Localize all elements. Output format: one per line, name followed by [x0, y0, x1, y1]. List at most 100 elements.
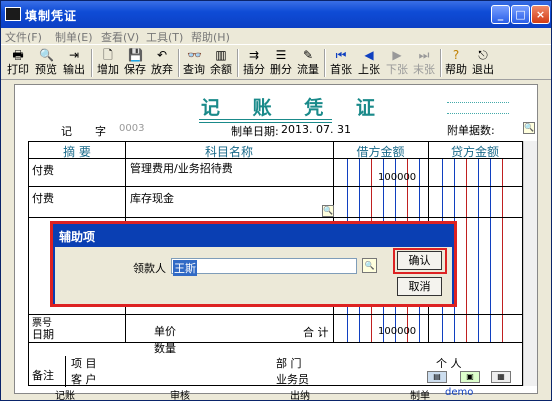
card-icon[interactable]: ▦: [491, 371, 511, 383]
insert-row-icon: ⇉: [248, 48, 260, 62]
toolbar-separator: [237, 49, 239, 77]
dialog-body: 领款人 王斯 🔍 确认 取消: [55, 247, 452, 304]
search-icon[interactable]: 🔍: [362, 258, 377, 273]
customer-label: 客 户: [71, 373, 97, 386]
save-button[interactable]: 💾 保存: [122, 47, 148, 79]
exit-button[interactable]: ⎋ 退出: [470, 47, 496, 79]
output-button[interactable]: ⇥ 输出: [61, 47, 87, 79]
toolbar-separator: [440, 49, 442, 77]
preview-icon: 🔍: [39, 48, 54, 62]
delete-split-button[interactable]: ☰ 删分: [268, 47, 294, 79]
date-label: 制单日期:: [231, 125, 279, 138]
project-label: 项 目: [71, 357, 97, 370]
output-label: 输出: [63, 63, 85, 76]
app-icon: [5, 7, 21, 21]
row1-account[interactable]: 管理费用/业务招待费: [130, 160, 233, 176]
row2-account[interactable]: 库存现金: [130, 190, 174, 206]
prev-icon: ◀: [364, 48, 374, 62]
add-button[interactable]: 🗋 增加: [95, 47, 121, 79]
maximize-button[interactable]: □: [511, 5, 530, 24]
help-button[interactable]: ? 帮助: [443, 47, 469, 79]
print-label: 打印: [7, 63, 29, 76]
header-account: 科目名称: [204, 145, 253, 159]
total-label: 合 计: [303, 326, 329, 339]
toolbar-separator: [178, 49, 180, 77]
first-button[interactable]: ⏮ 首张: [328, 47, 354, 79]
first-label: 首张: [330, 63, 352, 76]
row2-summary[interactable]: 付费: [32, 190, 54, 206]
toolbar-separator: [91, 49, 93, 77]
voucher-title: 记 账 凭 证: [201, 97, 388, 119]
dotted-line: [447, 113, 509, 114]
maker-name: demo: [445, 387, 474, 398]
balance-button[interactable]: ▥ 余额: [208, 47, 234, 79]
last-button[interactable]: ⏭ 末张: [411, 47, 437, 79]
voucher-no-label: 字: [95, 125, 106, 138]
flow-label: 流量: [297, 63, 319, 76]
vertical-scrollbar[interactable]: [523, 141, 537, 386]
flow-button[interactable]: ✎ 流量: [295, 47, 321, 79]
row-line: [29, 186, 522, 187]
row-line: [29, 217, 522, 218]
toolbar: 🖶 打印 🔍 预览 ⇥ 输出 🗋 增加 💾 保存 ↶ 放弃 👓 查询 ▥ 余额 ⇉ 插分 ☰ 删分 …: [1, 44, 551, 80]
last-icon: ⏭: [418, 48, 430, 62]
last-label: 末张: [413, 63, 435, 76]
discard-button[interactable]: ↶ 放弃: [149, 47, 175, 79]
insert-split-button[interactable]: ⇉ 插分: [241, 47, 267, 79]
search-icon[interactable]: 🔍: [322, 205, 334, 217]
voucher-type: 记: [61, 125, 72, 138]
dept-label: 部 门: [276, 357, 302, 370]
preview-button[interactable]: 🔍 预览: [33, 47, 59, 79]
discard-label: 放弃: [151, 63, 173, 76]
card-icon[interactable]: ▤: [427, 371, 447, 383]
print-button[interactable]: 🖶 打印: [5, 47, 31, 79]
next-button[interactable]: ▶ 下张: [384, 47, 410, 79]
row1-debit[interactable]: 100000: [378, 172, 416, 183]
save-label: 保存: [124, 63, 146, 76]
cashier-label: 出纳: [290, 391, 310, 402]
toolbar-separator: [324, 49, 326, 77]
query-button[interactable]: 👓 查询: [181, 47, 207, 79]
delete-label: 删分: [270, 63, 292, 76]
flow-icon: ✎: [302, 48, 314, 62]
voucher-no-value[interactable]: 0003: [119, 123, 144, 134]
qty-label: 数量: [154, 342, 176, 355]
query-label: 查询: [183, 63, 205, 76]
menu-view[interactable]: 查看(V): [101, 29, 139, 45]
card-icon[interactable]: ▣: [460, 371, 480, 383]
bookkeeper-label: 记账: [55, 391, 75, 402]
prev-button[interactable]: ◀ 上张: [356, 47, 382, 79]
header-summary: 摘 要: [63, 145, 91, 159]
window-title: 填制凭证: [25, 9, 78, 23]
exit-icon: ⎋: [478, 48, 488, 62]
note-label: 备注: [32, 369, 54, 382]
menu-edit[interactable]: 制单(E): [55, 29, 93, 45]
dotted-line: [447, 102, 509, 103]
dialog-title: 辅助项: [59, 230, 96, 244]
row-line: [29, 314, 522, 315]
menu-file[interactable]: 文件(F): [5, 29, 42, 45]
next-icon: ▶: [392, 48, 402, 62]
binoculars-icon: 👓: [187, 48, 202, 62]
search-icon[interactable]: 🔍: [523, 122, 535, 134]
row-line: [29, 342, 522, 343]
salesman-label: 业务员: [276, 373, 309, 386]
menu-help[interactable]: 帮助(H): [191, 29, 230, 45]
header-debit: 借方金额: [356, 145, 405, 159]
prev-label: 上张: [358, 63, 380, 76]
ok-button[interactable]: 确认: [397, 251, 442, 270]
output-icon: ⇥: [68, 48, 80, 62]
close-button[interactable]: ×: [531, 5, 550, 24]
voucher-window: 填制凭证 _ □ × 文件(F) 制单(E) 查看(V) 工具(T) 帮助(H)…: [0, 0, 552, 402]
payee-input[interactable]: 王斯: [171, 258, 357, 276]
help-icon: ?: [452, 48, 460, 62]
cancel-button[interactable]: 取消: [397, 277, 442, 296]
row1-summary[interactable]: 付费: [32, 162, 54, 178]
minimize-button[interactable]: _: [491, 5, 510, 24]
header-credit: 贷方金额: [450, 145, 499, 159]
menu-tools[interactable]: 工具(T): [146, 29, 183, 45]
next-label: 下张: [386, 63, 408, 76]
payee-value: 王斯: [173, 260, 197, 276]
date-value[interactable]: 2013. 07. 31: [281, 123, 351, 136]
person-label: 个 人: [436, 357, 462, 370]
